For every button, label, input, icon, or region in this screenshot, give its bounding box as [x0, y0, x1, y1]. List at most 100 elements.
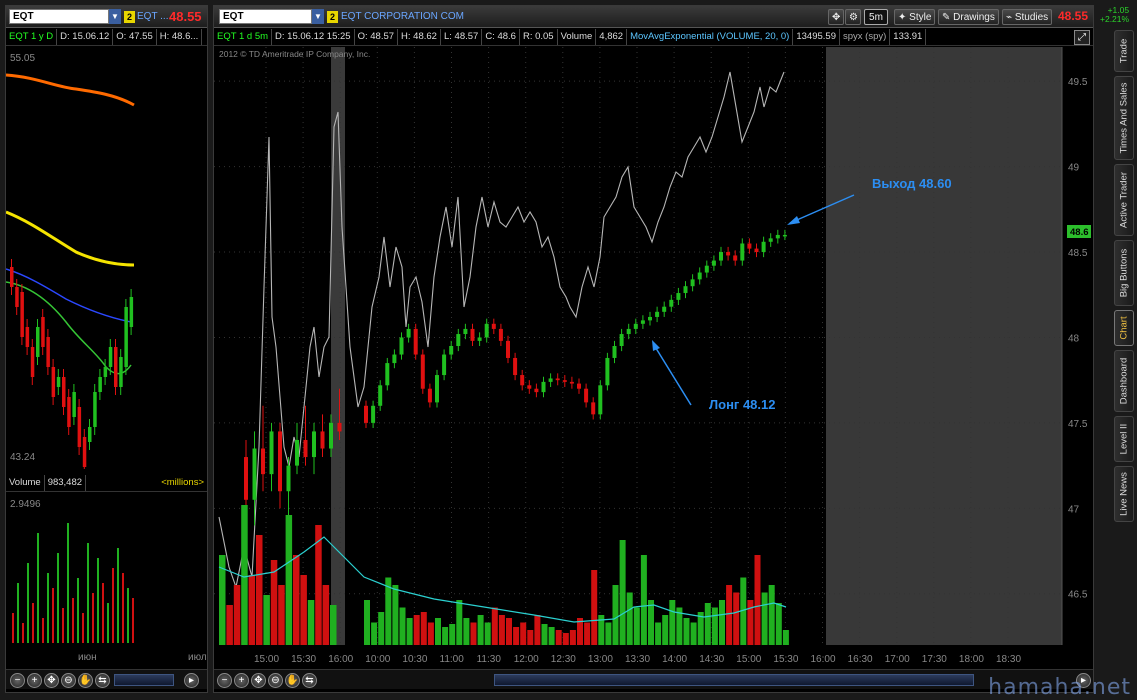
tab-active-trader[interactable]: Active Trader	[1114, 164, 1134, 236]
main-scrollbar[interactable]	[494, 674, 974, 686]
main-hand-icon[interactable]: ✋	[285, 673, 300, 688]
time-tick-label: 11:00	[440, 654, 465, 665]
wrench-icon[interactable]: ⚙	[845, 9, 861, 25]
volume-bar	[726, 585, 733, 645]
left-candle-body	[124, 307, 128, 367]
left-price-chart[interactable]: 55.05 43.24	[6, 47, 207, 469]
time-tick-label: 10:00	[365, 654, 390, 665]
left-volume-bar	[47, 573, 49, 643]
left-candle-body	[62, 377, 66, 407]
tab-chart[interactable]: Chart	[1114, 310, 1134, 346]
left-candle-body	[46, 337, 50, 367]
main-zoom-in-icon[interactable]: +	[234, 673, 249, 688]
volume-bar	[399, 607, 406, 645]
left-candle-body	[98, 377, 102, 392]
time-tick-label: 14:30	[699, 654, 724, 665]
time-tick-label: 17:00	[885, 654, 910, 665]
volume-bar	[669, 600, 676, 645]
left-period[interactable]: EQT 1 y D	[6, 29, 58, 45]
candle-body	[690, 279, 695, 287]
main-symbol-input[interactable]: EQT	[219, 9, 312, 24]
left-symbol-input[interactable]: EQT	[9, 9, 109, 24]
candle-body	[605, 357, 610, 386]
left-info-bar: EQT 1 y D D: 15.06.12 O: 47.55 H: 48.6...	[6, 29, 207, 46]
main-move-icon[interactable]: ✥	[251, 673, 266, 688]
left-candle-body	[51, 367, 56, 397]
crosshair-icon[interactable]: ✥	[828, 9, 844, 25]
left-scrollbar[interactable]	[114, 674, 174, 686]
left-volume-top: 2.9496	[10, 499, 41, 510]
tab-level-ii[interactable]: Level II	[1114, 416, 1134, 462]
left-titlebar: EQT ▼ 2 EQT ... 48.55	[6, 6, 207, 28]
left-symbol-dropdown-icon[interactable]: ▼	[109, 9, 121, 24]
volume-bar	[278, 585, 285, 645]
main-link-badge[interactable]: 2	[327, 11, 338, 23]
reset-icon[interactable]: ⊖	[61, 673, 76, 688]
right-arrow-icon[interactable]: ▸	[184, 673, 199, 688]
time-tick-label: 18:00	[959, 654, 984, 665]
tab-dashboard[interactable]: Dashboard	[1114, 350, 1134, 412]
candle-body	[711, 260, 716, 266]
volume-bar	[527, 630, 534, 645]
time-tick-label: 15:30	[773, 654, 798, 665]
left-volume-label: Volume	[6, 475, 45, 491]
move-icon[interactable]: ✥	[44, 673, 59, 688]
volume-bar	[256, 535, 263, 645]
left-candle-body	[119, 357, 123, 387]
expand-icon[interactable]: ⤢	[1074, 30, 1090, 45]
main-info-bar: EQT 1 d 5m D: 15.06.12 15:25 O: 48.57 H: 48…	[214, 29, 1093, 46]
candle-body	[598, 385, 603, 415]
tab-trade[interactable]: Trade	[1114, 30, 1134, 72]
hand-icon[interactable]: ✋	[78, 673, 93, 688]
main-period[interactable]: EQT 1 d 5m	[214, 29, 273, 45]
volume-bar	[371, 622, 378, 645]
pan-icon[interactable]: ⇆	[95, 673, 110, 688]
time-tick-label: 16:30	[848, 654, 873, 665]
main-zoom-out-icon[interactable]: −	[217, 673, 232, 688]
left-candle-body	[20, 292, 24, 337]
main-reset-icon[interactable]: ⊖	[268, 673, 283, 688]
left-volume-bar	[12, 613, 14, 643]
volume-bar	[498, 615, 505, 645]
left-volume-chart: 2.9496	[10, 499, 134, 643]
left-candle-body	[41, 317, 45, 347]
volume-bar	[655, 622, 662, 645]
style-button[interactable]: ✦ Style	[894, 9, 936, 25]
volume-bar	[392, 585, 399, 645]
main-symbol-dropdown-icon[interactable]: ▼	[312, 9, 324, 24]
candle-body	[406, 328, 411, 338]
zoom-in-icon[interactable]: +	[27, 673, 42, 688]
volume-bar	[491, 607, 498, 645]
long-annotation: Лонг 48.12	[652, 340, 775, 412]
main-compare[interactable]: spyx (spy)	[840, 29, 891, 45]
candle-body	[470, 328, 475, 341]
time-tick-label: 16:00	[328, 654, 353, 665]
tab-times-and-sales[interactable]: Times And Sales	[1114, 76, 1134, 160]
chart-copyright: 2012 © TD Ameritrade IP Company, Inc.	[219, 49, 370, 59]
left-link-badge[interactable]: 2	[124, 11, 135, 23]
candle-body	[740, 243, 745, 261]
left-volume-bar	[22, 623, 24, 643]
tab-live-news[interactable]: Live News	[1114, 466, 1134, 522]
studies-button[interactable]: ⌁ Studies	[1002, 9, 1053, 25]
volume-bar	[456, 600, 463, 645]
candle-body	[555, 378, 560, 381]
candle-body	[303, 439, 308, 458]
candle-body	[385, 363, 390, 386]
main-price-chart[interactable]: 2012 © TD Ameritrade IP Company, Inc. Вы…	[214, 47, 1093, 669]
volume-bar	[484, 622, 491, 645]
main-high: H: 48.62	[398, 29, 441, 45]
left-date: D: 15.06.12	[57, 29, 114, 45]
time-tick-label: 12:00	[514, 654, 539, 665]
long-arrowhead	[652, 340, 660, 351]
candle-body	[261, 448, 265, 475]
drawings-button[interactable]: ✎ Drawings	[938, 9, 999, 25]
timeframe-button[interactable]: 5m	[864, 9, 888, 25]
left-chart-window: EQT ▼ 2 EQT ... 48.55 EQT 1 y D D: 15.06.…	[5, 5, 208, 693]
zoom-out-icon[interactable]: −	[10, 673, 25, 688]
main-pan-icon[interactable]: ⇆	[302, 673, 317, 688]
tab-big-buttons[interactable]: Big Buttons	[1114, 240, 1134, 306]
volume-bar	[477, 615, 484, 645]
main-ema-study[interactable]: MovAvgExponential (VOLUME, 20, 0)	[627, 29, 794, 45]
left-candle-body	[108, 347, 113, 367]
